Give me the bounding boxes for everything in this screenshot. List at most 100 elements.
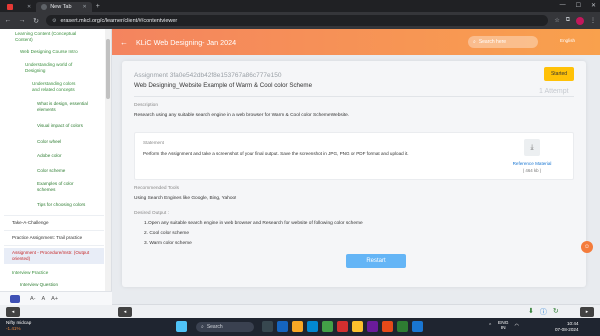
back-arrow-icon[interactable]: ← xyxy=(120,38,128,47)
close-window-icon[interactable]: ✕ xyxy=(591,2,596,9)
edge-icon[interactable] xyxy=(277,321,288,332)
app-header: ← KLiC Web Designing- Jan 2024 ⌕ Search … xyxy=(112,29,600,55)
search-icon: ⌕ xyxy=(201,324,204,330)
browser-actions: ☆ ⧉ ⋮ xyxy=(554,16,596,25)
sidebar-item[interactable]: and related concepts xyxy=(32,87,75,93)
sidebar-item[interactable]: elements xyxy=(37,107,56,113)
site-info-icon[interactable]: ⚙ xyxy=(52,18,56,24)
download-icon[interactable]: ⤓ xyxy=(524,139,540,156)
course-title: KLiC Web Designing- Jan 2024 xyxy=(136,37,237,47)
market-widget-value: -1.41% xyxy=(6,326,21,331)
sidebar-item[interactable]: Take-A-Challenge xyxy=(12,220,49,226)
sidebar-item[interactable]: schemes xyxy=(37,187,55,193)
search-input[interactable]: ⌕ Search here xyxy=(468,36,538,48)
system-tray: ⌃ ENG IN ◠ xyxy=(488,321,519,331)
maximize-icon[interactable]: ☐ xyxy=(576,2,581,9)
browser-tab[interactable]: ✕ xyxy=(2,2,36,12)
language-select[interactable]: English xyxy=(560,38,575,43)
market-widget[interactable]: Nifty midcap -1.41% xyxy=(6,320,31,332)
app-icon[interactable] xyxy=(352,321,363,332)
tray-chevron-icon[interactable]: ⌃ xyxy=(488,324,492,329)
sidebar-footer: A- A A+ xyxy=(0,291,112,305)
close-tab-icon[interactable]: ✕ xyxy=(27,4,31,10)
url-field[interactable]: ⚙ erasert.mkcl.org/c/learner/client/#/co… xyxy=(46,15,549,26)
system-clock[interactable]: 10:44 07-08-2024 xyxy=(555,321,579,333)
tools-text: Using Search Engines like Google, Bing, … xyxy=(134,196,237,201)
tab-favicon-icon xyxy=(7,4,13,10)
windows-taskbar: Nifty midcap -1.41% ⌕ Search ⌃ ENG IN ◠ … xyxy=(0,318,600,336)
sidebar-scroll-thumb[interactable] xyxy=(106,39,110,99)
file-explorer-icon[interactable] xyxy=(292,321,303,332)
info-icon[interactable]: ⓘ xyxy=(540,307,547,317)
minimize-icon[interactable]: — xyxy=(560,2,566,9)
mkcl-logo-icon xyxy=(10,294,20,303)
sidebar-item[interactable]: Color scheme xyxy=(37,168,65,174)
next-button[interactable]: ▸ xyxy=(580,307,594,317)
bottom-actions: ⬇ ⓘ ↻ xyxy=(528,307,559,317)
sidebar-item[interactable]: Practice Assignment: Trail practice xyxy=(12,235,82,241)
bottom-toolbar: ◂ A- A A+ ◂ ⬇ ⓘ ↻ ▸ xyxy=(0,291,600,318)
close-tab-icon[interactable]: ✕ xyxy=(83,4,87,10)
menu-dots-icon[interactable]: ⋮ xyxy=(590,17,596,25)
browser-tab-strip: ✕ New Tab ✕ + — ☐ ✕ xyxy=(0,0,600,12)
store-icon[interactable] xyxy=(307,321,318,332)
reload-icon[interactable]: ↻ xyxy=(32,17,40,25)
app-icon[interactable] xyxy=(382,321,393,332)
search-placeholder: Search here xyxy=(478,39,507,45)
font-decrease-button[interactable]: A- xyxy=(30,296,36,302)
browser-tab-active[interactable]: New Tab ✕ xyxy=(36,2,92,12)
font-reset-button[interactable]: A xyxy=(42,296,46,302)
taskbar-search-placeholder: Search xyxy=(206,324,223,330)
sidebar-item[interactable]: Tips for choosing colors xyxy=(37,202,85,208)
reference-material-link[interactable]: Reference Material xyxy=(501,161,563,166)
content-area: Assignment 3fa0e542db42f8e153767a86c777e… xyxy=(112,55,600,304)
sidebar-item[interactable]: Designing xyxy=(25,68,45,74)
app-icon[interactable] xyxy=(367,321,378,332)
prev-button[interactable]: ◂ xyxy=(118,307,132,317)
clock-date: 07-08-2024 xyxy=(555,327,579,332)
sidebar-item[interactable]: Interview Question xyxy=(20,282,58,288)
sidebar-item-label: oriented) xyxy=(12,256,31,261)
extensions-icon[interactable]: ⧉ xyxy=(566,17,570,25)
chrome-icon[interactable] xyxy=(322,321,333,332)
assignment-title: Web Designing_Website Example of Warm & … xyxy=(134,82,313,89)
taskview-icon[interactable] xyxy=(262,321,273,332)
forward-nav-icon[interactable]: → xyxy=(18,17,26,24)
font-increase-button[interactable]: A+ xyxy=(51,296,58,302)
sidebar-item[interactable]: Visual impact of colors xyxy=(37,123,83,129)
restart-button[interactable]: Restart xyxy=(346,254,406,268)
bookmark-star-icon[interactable]: ☆ xyxy=(554,17,559,25)
sidebar-item[interactable]: Adobe color xyxy=(37,153,62,159)
sidebar-item[interactable]: Color wheel xyxy=(37,139,61,145)
tools-label: Recommended Tools xyxy=(134,186,179,191)
toggle-sidebar-button[interactable]: ◂ xyxy=(6,307,20,317)
download-circle-icon[interactable]: ⬇ xyxy=(528,307,534,317)
sidebar-divider xyxy=(4,230,104,231)
sidebar-item[interactable]: Interview Practice xyxy=(12,270,48,276)
sidebar-item[interactable]: Content) xyxy=(15,37,33,43)
statement-label: Statement xyxy=(143,140,164,145)
taskbar-search[interactable]: ⌕ Search xyxy=(196,322,254,332)
input-language[interactable]: ENG IN xyxy=(498,321,508,331)
sidebar-item[interactable]: Web Designing Course Intro xyxy=(20,49,78,55)
app-icon[interactable] xyxy=(397,321,408,332)
status-badge: Started xyxy=(544,67,574,81)
output-item: 3. Warm color scheme xyxy=(144,241,192,246)
new-tab-icon[interactable]: + xyxy=(92,2,104,12)
help-fab-icon[interactable]: ☺ xyxy=(581,241,593,253)
taskbar-apps xyxy=(262,321,423,332)
back-nav-icon[interactable]: ← xyxy=(4,17,12,24)
start-icon[interactable] xyxy=(176,321,187,332)
app-icon[interactable] xyxy=(337,321,348,332)
sidebar-item-active[interactable]: Assignment - Procedure/Instr. (Output or… xyxy=(4,248,104,264)
reference-size: ( 464 kb ) xyxy=(522,168,542,173)
description-text: Research using any suitable search engin… xyxy=(134,113,350,118)
tab-title: New Tab xyxy=(50,4,72,10)
description-label: Description xyxy=(134,103,158,108)
profile-avatar[interactable] xyxy=(576,16,584,25)
wifi-icon[interactable]: ◠ xyxy=(514,324,518,329)
sidebar-scrollbar[interactable] xyxy=(105,29,111,304)
refresh-icon[interactable]: ↻ xyxy=(553,307,559,317)
app-icon[interactable] xyxy=(412,321,423,332)
sidebar-divider xyxy=(4,245,104,246)
